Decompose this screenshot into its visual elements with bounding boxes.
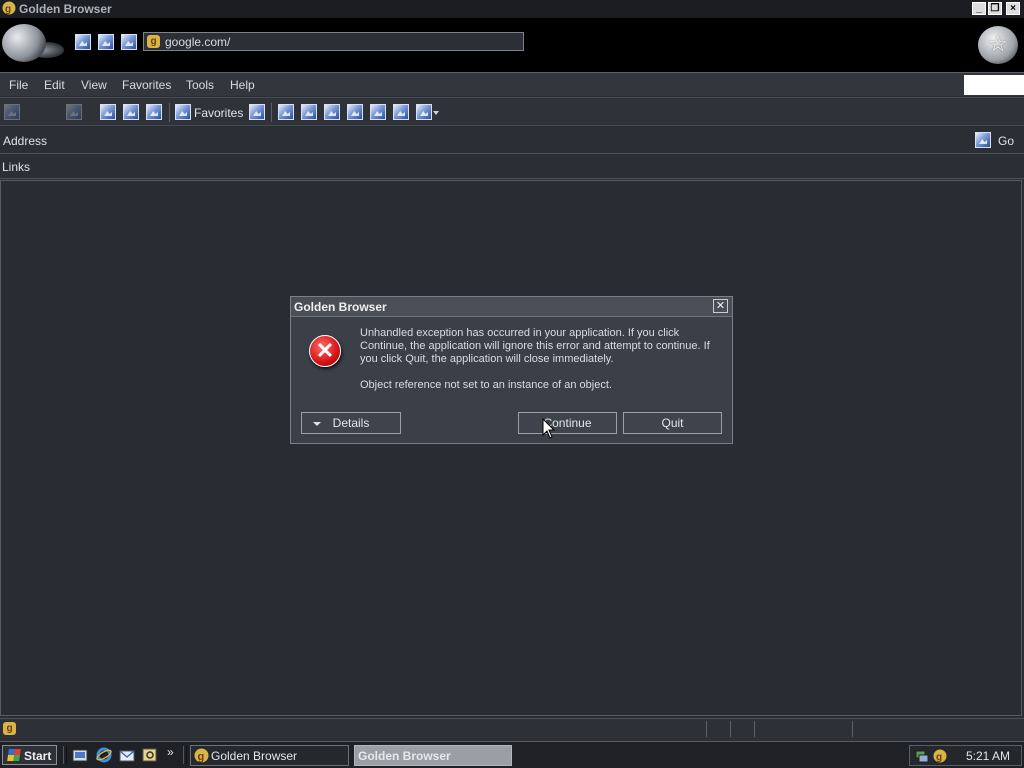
go-icon[interactable]	[975, 132, 991, 148]
image-icon[interactable]	[301, 104, 317, 120]
favorites-star-icon[interactable]: ☆	[978, 26, 1018, 64]
image-icon[interactable]	[370, 104, 386, 120]
taskbar-separator	[183, 746, 187, 764]
svg-text:g: g	[936, 752, 942, 763]
golden-browser-app-icon: g	[2, 1, 16, 16]
dialog-message: Unhandled exception has occurred in your…	[360, 327, 710, 365]
taskbar-item-label: Golden Browser	[211, 749, 298, 763]
close-button[interactable]: ×	[1006, 2, 1020, 15]
site-favicon-icon: g	[147, 35, 160, 48]
dialog-detail-message: Object reference not set to an instance …	[360, 379, 612, 391]
error-icon: ✕	[309, 335, 341, 367]
status-segment	[730, 721, 731, 737]
links-label: Links	[2, 160, 31, 174]
error-dialog: Golden Browser ✕ ✕ Unhandled exception h…	[290, 296, 733, 444]
stop-button[interactable]	[100, 104, 116, 120]
status-bar: g	[0, 718, 1024, 740]
url-input[interactable]: g google.com/	[143, 32, 524, 51]
menu-bar-blank-area	[964, 75, 1024, 95]
close-icon[interactable]: ✕	[713, 299, 728, 313]
internet-explorer-icon[interactable]	[96, 747, 112, 763]
image-icon[interactable]	[347, 104, 363, 120]
links-bar: Links	[0, 155, 1024, 179]
image-icon[interactable]	[324, 104, 340, 120]
start-button[interactable]: Start	[2, 745, 57, 765]
taskbar-separator	[63, 746, 67, 764]
dialog-title-bar: Golden Browser ✕	[291, 297, 732, 317]
status-segment	[706, 721, 707, 737]
search-icon[interactable]	[142, 747, 158, 763]
quit-button[interactable]: Quit	[623, 412, 722, 434]
image-icon[interactable]	[98, 34, 114, 50]
page-content-area	[0, 180, 1022, 716]
toolbar: Favorites	[0, 97, 1024, 126]
golden-browser-tray-icon[interactable]: g	[933, 749, 947, 763]
chevron-right-icon[interactable]: »	[167, 745, 174, 759]
minimize-button[interactable]: _	[972, 2, 986, 15]
window-title: Golden Browser	[19, 2, 112, 16]
menu-favorites[interactable]: Favorites	[122, 78, 171, 92]
taskbar-item-label: Golden Browser	[358, 749, 451, 763]
favorites-button-label[interactable]: Favorites	[194, 106, 243, 120]
address-bar: Address Go	[0, 127, 1024, 154]
url-text: google.com/	[165, 35, 231, 49]
outlook-express-icon[interactable]	[119, 747, 135, 763]
menu-bar: File Edit View Favorites Tools Help	[0, 72, 1024, 96]
go-button[interactable]: Go	[998, 134, 1014, 148]
menu-edit[interactable]: Edit	[44, 78, 65, 92]
menu-view[interactable]: View	[81, 78, 107, 92]
browser-chrome: g google.com/ ☆	[0, 18, 1024, 72]
show-desktop-icon[interactable]	[72, 747, 88, 763]
image-icon[interactable]	[416, 104, 432, 120]
back-orb-icon[interactable]	[2, 24, 46, 62]
svg-text:g: g	[5, 4, 11, 15]
svg-text:g: g	[198, 751, 205, 763]
taskbar-item-golden-browser-active[interactable]: Golden Browser	[354, 745, 512, 766]
taskbar-item-golden-browser[interactable]: g Golden Browser	[190, 745, 349, 766]
forward-button[interactable]	[66, 104, 82, 120]
image-icon[interactable]	[393, 104, 409, 120]
image-icon[interactable]	[278, 104, 294, 120]
toolbar-separator	[271, 103, 272, 122]
page-status-icon: g	[3, 722, 16, 735]
network-icon[interactable]	[915, 749, 929, 763]
details-button[interactable]: Details	[301, 412, 401, 434]
image-icon[interactable]	[121, 34, 137, 50]
chevron-down-icon	[313, 422, 321, 426]
start-label: Start	[24, 749, 52, 763]
menu-help[interactable]: Help	[230, 78, 255, 92]
favorites-icon[interactable]	[175, 104, 191, 120]
quit-button-label: Quit	[661, 416, 684, 430]
system-tray: g 5:21 AM	[909, 745, 1022, 766]
image-icon[interactable]	[75, 34, 91, 50]
back-button[interactable]	[4, 104, 20, 120]
details-button-label: Details	[332, 416, 370, 430]
clock: 5:21 AM	[966, 749, 1011, 763]
mouse-cursor-icon	[542, 418, 556, 439]
dialog-title: Golden Browser	[294, 300, 387, 314]
taskbar: Start » g Golden Browser Golden Browser …	[0, 741, 1024, 768]
address-label: Address	[3, 134, 48, 148]
menu-tools[interactable]: Tools	[186, 78, 214, 92]
home-button[interactable]	[146, 104, 162, 120]
continue-button[interactable]: Continue	[518, 412, 617, 434]
history-button[interactable]	[249, 104, 265, 120]
refresh-button[interactable]	[123, 104, 139, 120]
windows-flag-icon	[7, 749, 21, 761]
toolbar-separator	[169, 103, 170, 122]
status-segment	[754, 721, 755, 737]
status-segment	[852, 721, 853, 737]
chevron-down-icon[interactable]	[433, 111, 439, 115]
menu-file[interactable]: File	[9, 78, 28, 92]
golden-browser-app-icon: g	[194, 748, 209, 763]
window-title-bar: g Golden Browser _ ❐ ×	[0, 0, 1024, 18]
restore-button[interactable]: ❐	[988, 2, 1002, 15]
